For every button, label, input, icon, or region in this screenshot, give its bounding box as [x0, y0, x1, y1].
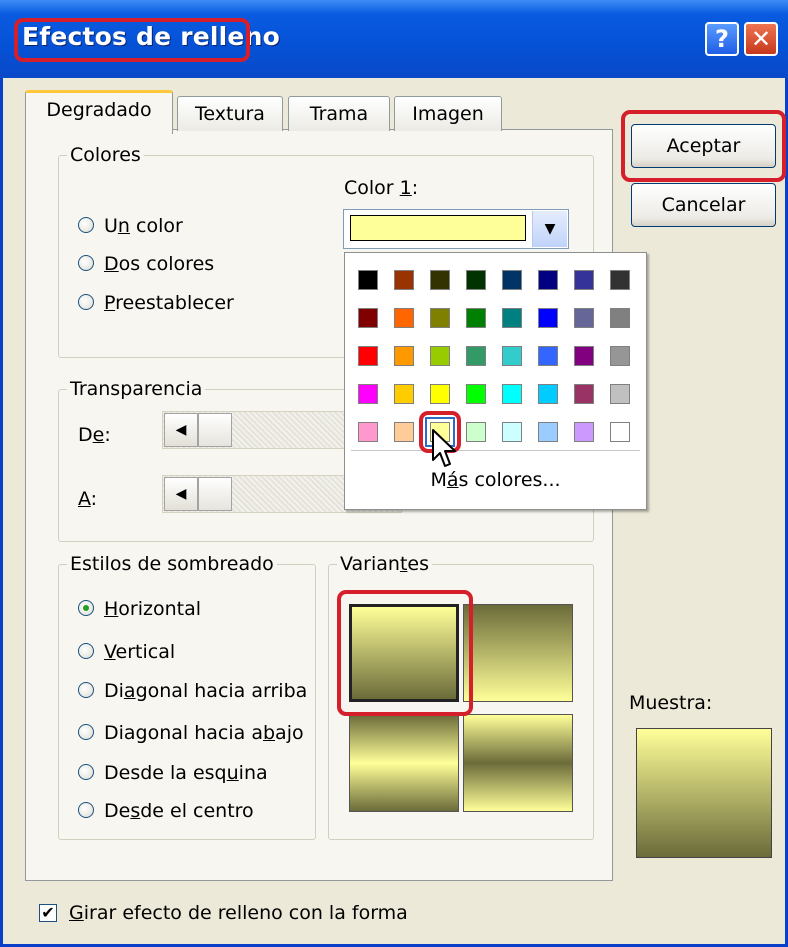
palette-color-swatch[interactable]	[610, 308, 630, 328]
slider-thumb[interactable]	[198, 413, 232, 447]
radio-vertical-label: Vertical	[104, 641, 176, 663]
radio-from-center-label: Desde el centro	[104, 800, 254, 822]
transparency-to-label: A:	[78, 488, 98, 510]
variant-bottom-left[interactable]	[349, 714, 459, 812]
radio-two-colors-label: Dos colores	[104, 253, 215, 275]
palette-color-swatch[interactable]	[430, 384, 450, 404]
transparency-group-label: Transparencia	[67, 378, 206, 400]
radio-preset-dot[interactable]	[78, 294, 94, 310]
palette-color-swatch[interactable]	[394, 308, 414, 328]
palette-color-swatch[interactable]	[610, 346, 630, 366]
radio-horizontal-dot[interactable]	[78, 600, 94, 616]
palette-color-swatch[interactable]	[610, 422, 630, 442]
rotate-fill-label: Girar efecto de relleno con la forma	[69, 902, 408, 924]
palette-color-swatch[interactable]	[538, 384, 558, 404]
palette-color-swatch[interactable]	[358, 384, 378, 404]
radio-preset-label: Preestablecer	[104, 292, 234, 314]
palette-color-swatch[interactable]	[466, 384, 486, 404]
more-colors-button[interactable]: Más colores...	[345, 469, 646, 491]
radio-from-corner-dot[interactable]	[78, 764, 94, 780]
palette-color-swatch[interactable]	[574, 384, 594, 404]
radio-diagonal-up-label: Diagonal hacia arriba	[104, 680, 308, 702]
help-button[interactable]: ?	[705, 22, 739, 56]
palette-color-swatch[interactable]	[394, 422, 414, 442]
palette-color-swatch[interactable]	[538, 270, 558, 290]
sample-preview	[636, 728, 772, 858]
color1-label: Color 1:	[344, 177, 419, 199]
rotate-fill-checkbox[interactable]: ✔	[39, 904, 57, 922]
tab-texture[interactable]: Textura	[177, 96, 283, 131]
radio-vertical-dot[interactable]	[78, 643, 94, 659]
variant-top-right[interactable]	[463, 604, 573, 702]
mouse-cursor-icon	[432, 429, 456, 467]
palette-color-swatch[interactable]	[466, 308, 486, 328]
palette-color-swatch[interactable]	[574, 422, 594, 442]
palette-color-swatch[interactable]	[574, 346, 594, 366]
fill-effects-dialog: Efectos de relleno ? ✕ Colores Un color …	[0, 0, 788, 947]
color-palette-popup: Más colores...	[344, 252, 647, 510]
palette-color-swatch[interactable]	[502, 422, 522, 442]
palette-color-swatch[interactable]	[502, 384, 522, 404]
palette-color-swatch[interactable]	[466, 270, 486, 290]
palette-color-swatch[interactable]	[538, 308, 558, 328]
palette-color-swatch[interactable]	[430, 346, 450, 366]
palette-color-swatch[interactable]	[394, 346, 414, 366]
radio-two-colors-dot[interactable]	[78, 255, 94, 271]
variant-highlight-annotation	[337, 590, 473, 716]
palette-separator	[351, 450, 640, 451]
chevron-down-icon[interactable]: ▼	[532, 211, 567, 247]
slider-left-arrow-icon[interactable]: ◀	[164, 413, 198, 447]
palette-color-swatch[interactable]	[466, 346, 486, 366]
palette-color-swatch[interactable]	[358, 346, 378, 366]
radio-diagonal-down-label: Diagonal hacia abajo	[104, 722, 304, 744]
palette-color-swatch[interactable]	[430, 308, 450, 328]
title-highlight-annotation	[14, 18, 250, 62]
tab-pattern[interactable]: Trama	[288, 96, 390, 131]
title-bar[interactable]: Efectos de relleno ? ✕	[0, 0, 788, 78]
radio-from-corner-label: Desde la esquina	[104, 762, 268, 784]
palette-color-swatch[interactable]	[574, 270, 594, 290]
transparency-from-label: De:	[78, 424, 111, 446]
slider-left-arrow-icon[interactable]: ◀	[164, 477, 198, 511]
palette-color-swatch[interactable]	[358, 270, 378, 290]
palette-color-swatch[interactable]	[502, 308, 522, 328]
variants-group-label: Variantes	[337, 553, 432, 575]
close-button[interactable]: ✕	[744, 22, 778, 56]
palette-color-swatch[interactable]	[358, 308, 378, 328]
palette-color-swatch[interactable]	[358, 422, 378, 442]
color1-swatch	[350, 215, 526, 241]
palette-color-swatch[interactable]	[502, 346, 522, 366]
palette-color-swatch[interactable]	[394, 384, 414, 404]
palette-color-swatch[interactable]	[538, 422, 558, 442]
shading-styles-group-label: Estilos de sombreado	[67, 553, 277, 575]
radio-from-center-dot[interactable]	[78, 802, 94, 818]
radio-horizontal-label: Horizontal	[104, 598, 202, 620]
palette-color-swatch[interactable]	[610, 270, 630, 290]
palette-color-swatch[interactable]	[502, 270, 522, 290]
palette-color-swatch[interactable]	[538, 346, 558, 366]
radio-one-color-dot[interactable]	[78, 217, 94, 233]
palette-color-swatch[interactable]	[610, 384, 630, 404]
tab-gradient[interactable]: Degradado	[25, 90, 173, 134]
variant-bottom-right[interactable]	[463, 714, 573, 812]
radio-diagonal-up-dot[interactable]	[78, 682, 94, 698]
colors-group-label: Colores	[67, 144, 144, 166]
sample-label: Muestra:	[629, 692, 713, 714]
palette-color-swatch[interactable]	[430, 270, 450, 290]
cancel-button[interactable]: Cancelar	[631, 183, 776, 227]
radio-one-color-label: Un color	[104, 215, 183, 237]
radio-diagonal-down-dot[interactable]	[78, 724, 94, 740]
accept-highlight-annotation	[621, 110, 786, 182]
tab-picture[interactable]: Imagen	[394, 96, 502, 131]
palette-color-swatch[interactable]	[574, 308, 594, 328]
palette-color-swatch[interactable]	[466, 422, 486, 442]
slider-thumb[interactable]	[198, 477, 232, 511]
color1-dropdown[interactable]: ▼	[343, 209, 569, 249]
palette-color-swatch[interactable]	[394, 270, 414, 290]
